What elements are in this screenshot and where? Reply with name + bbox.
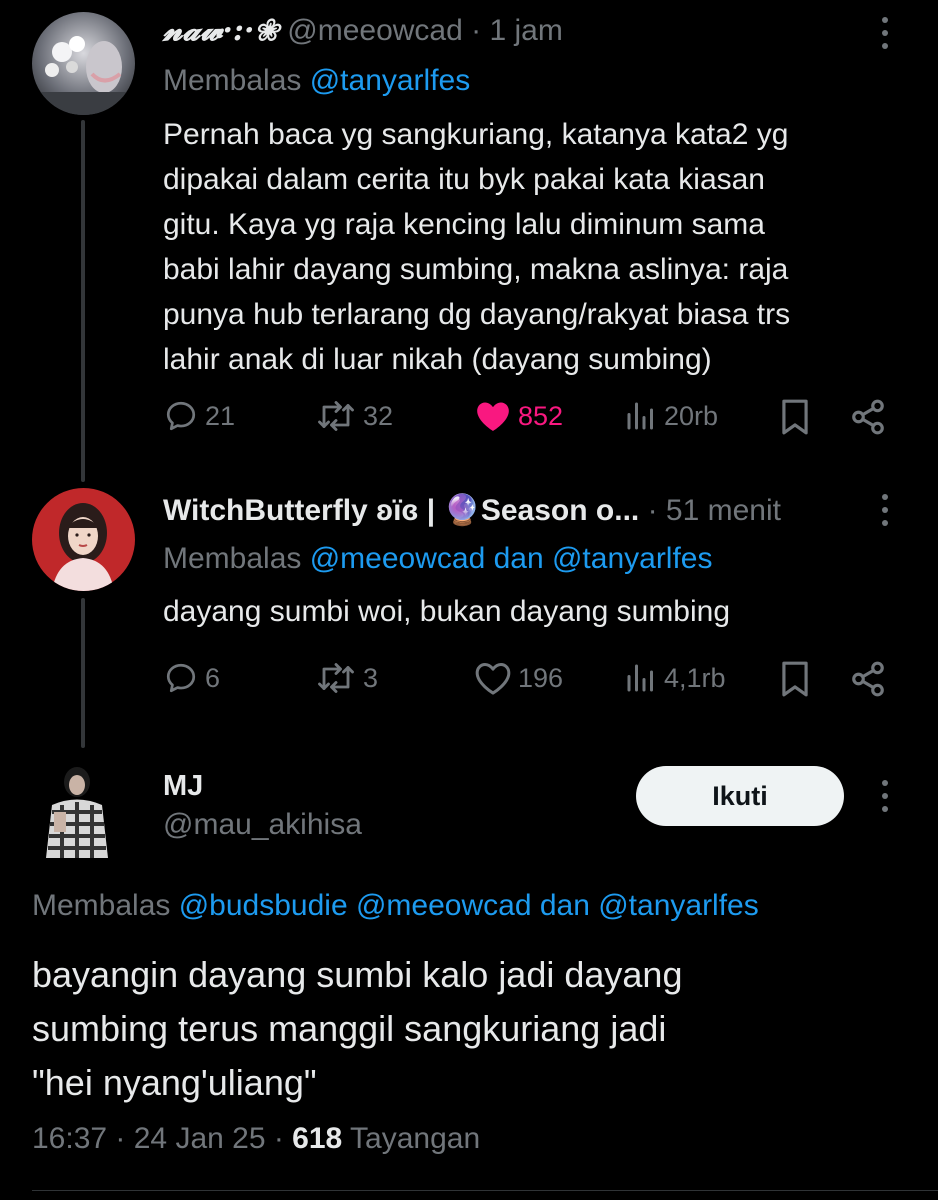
more-icon[interactable] — [881, 780, 889, 819]
tweet3-reply-context: Membalas @budsbudie @meeowcad dan @tanya… — [32, 889, 759, 923]
reply-label: Membalas — [163, 542, 310, 575]
tweet1-line: Pernah baca yg sangkuriang, katanya kata… — [163, 118, 789, 151]
views-count: 4,1rb — [664, 662, 726, 693]
views-button[interactable]: 4,1rb — [624, 660, 726, 696]
share-icon — [852, 661, 884, 697]
reply-icon — [166, 401, 196, 431]
reply-label: Membalas — [163, 64, 310, 97]
tweet2-display-name[interactable]: WitchButterfly ʚïɞ | 🔮Season o... — [163, 494, 639, 527]
repost-button[interactable]: 32 — [315, 398, 393, 434]
tweet1-line: babi lahir dayang sumbing, makna aslinya… — [163, 253, 789, 286]
tweet2-separator: · — [639, 494, 666, 527]
reply-mentions[interactable]: @tanyarlfes — [310, 64, 471, 97]
bookmark-icon — [782, 399, 808, 435]
tweet3-line: "hei nyang'uliang" — [32, 1062, 317, 1103]
views-icon — [627, 402, 653, 430]
views-count: 20rb — [664, 400, 719, 431]
tweet3-handle[interactable]: @mau_akihisa — [163, 808, 362, 842]
avatar-witchbutterfly[interactable] — [32, 488, 135, 591]
like-icon — [477, 402, 509, 432]
reply-button[interactable]: 6 — [163, 660, 220, 696]
repost-icon — [318, 401, 354, 431]
tweet1-line: gitu. Kaya yg raja kencing lalu diminum … — [163, 208, 765, 241]
tweet1-time[interactable]: 1 jam — [489, 14, 562, 47]
more-icon[interactable] — [881, 17, 889, 56]
tweet1-reply-context: Membalas @tanyarlfes — [163, 64, 470, 98]
bookmark-icon — [782, 661, 808, 697]
follow-button[interactable]: Ikuti — [636, 766, 844, 826]
tweet1-separator: · — [462, 14, 490, 47]
thread-line-1 — [81, 120, 85, 482]
avatar-mj[interactable] — [32, 760, 122, 858]
tweet3-timestamp[interactable]: 16:37 · 24 Jan 25 · — [32, 1122, 292, 1155]
reply-count: 21 — [205, 400, 236, 431]
divider — [32, 1190, 938, 1191]
like-icon — [475, 663, 511, 695]
tweet1-display-name[interactable]: 𝓷𝓪𝔀·:·❀ — [163, 13, 279, 48]
tweet1-line: dipakai dalam cerita itu byk pakai kata … — [163, 163, 765, 196]
reply-button[interactable]: 21 — [163, 398, 235, 434]
tweet2-text: dayang sumbi woi, bukan dayang sumbing — [163, 595, 731, 628]
bookmark-button[interactable] — [779, 398, 811, 436]
reply-label: Membalas — [32, 889, 179, 922]
like-count: 196 — [518, 662, 564, 693]
thread-line-2 — [81, 598, 85, 748]
tweet1-line: punya hub terlarang dg dayang/rakyat bia… — [163, 298, 791, 331]
reply-icon — [166, 663, 196, 693]
reply-mentions[interactable]: @meeowcad dan @tanyarlfes — [310, 542, 713, 575]
share-icon — [852, 399, 884, 435]
tweet2-time[interactable]: 51 menit — [666, 494, 781, 527]
tweet1-line: lahir anak di luar nikah (dayang sumbing… — [163, 343, 712, 376]
like-count: 852 — [518, 400, 564, 431]
views-button[interactable]: 20rb — [624, 398, 718, 434]
like-button[interactable]: 852 — [474, 398, 563, 434]
more-icon[interactable] — [881, 494, 889, 533]
tweet3-views-label: Tayangan — [342, 1122, 481, 1155]
reply-count: 6 — [205, 662, 221, 693]
reply-mentions[interactable]: @budsbudie @meeowcad dan @tanyarlfes — [179, 889, 759, 922]
tweet1-handle[interactable]: @meeowcad — [287, 14, 463, 47]
tweet3-timestamp-row: 16:37 · 24 Jan 25 · 618 Tayangan — [32, 1122, 480, 1156]
repost-icon — [318, 663, 354, 693]
tweet1-header: 𝓷𝓪𝔀·:·❀ @meeowcad · 1 jam — [163, 13, 563, 48]
like-button[interactable]: 196 — [474, 660, 563, 696]
tweet3-views-count: 618 — [292, 1122, 343, 1155]
tweet1-text: Pernah baca yg sangkuriang, katanya kata… — [163, 112, 903, 382]
tweet3-line: sumbing terus manggil sangkuriang jadi — [32, 1008, 667, 1049]
bookmark-button[interactable] — [779, 660, 811, 698]
repost-button[interactable]: 3 — [315, 660, 378, 696]
repost-count: 32 — [363, 400, 394, 431]
tweet2-reply-context: Membalas @meeowcad dan @tanyarlfes — [163, 542, 713, 576]
tweet3-display-name[interactable]: MJ — [163, 770, 203, 803]
tweet2-header: WitchButterfly ʚïɞ | 🔮Season o... · 51 m… — [163, 493, 781, 528]
share-button[interactable] — [849, 660, 887, 698]
tweet3-line: bayangin dayang sumbi kalo jadi dayang — [32, 954, 683, 995]
tweet3-text: bayangin dayang sumbi kalo jadi dayang s… — [32, 948, 912, 1110]
share-button[interactable] — [849, 398, 887, 436]
repost-count: 3 — [363, 662, 379, 693]
views-icon — [627, 664, 653, 692]
avatar-meeowcad[interactable] — [32, 12, 135, 115]
